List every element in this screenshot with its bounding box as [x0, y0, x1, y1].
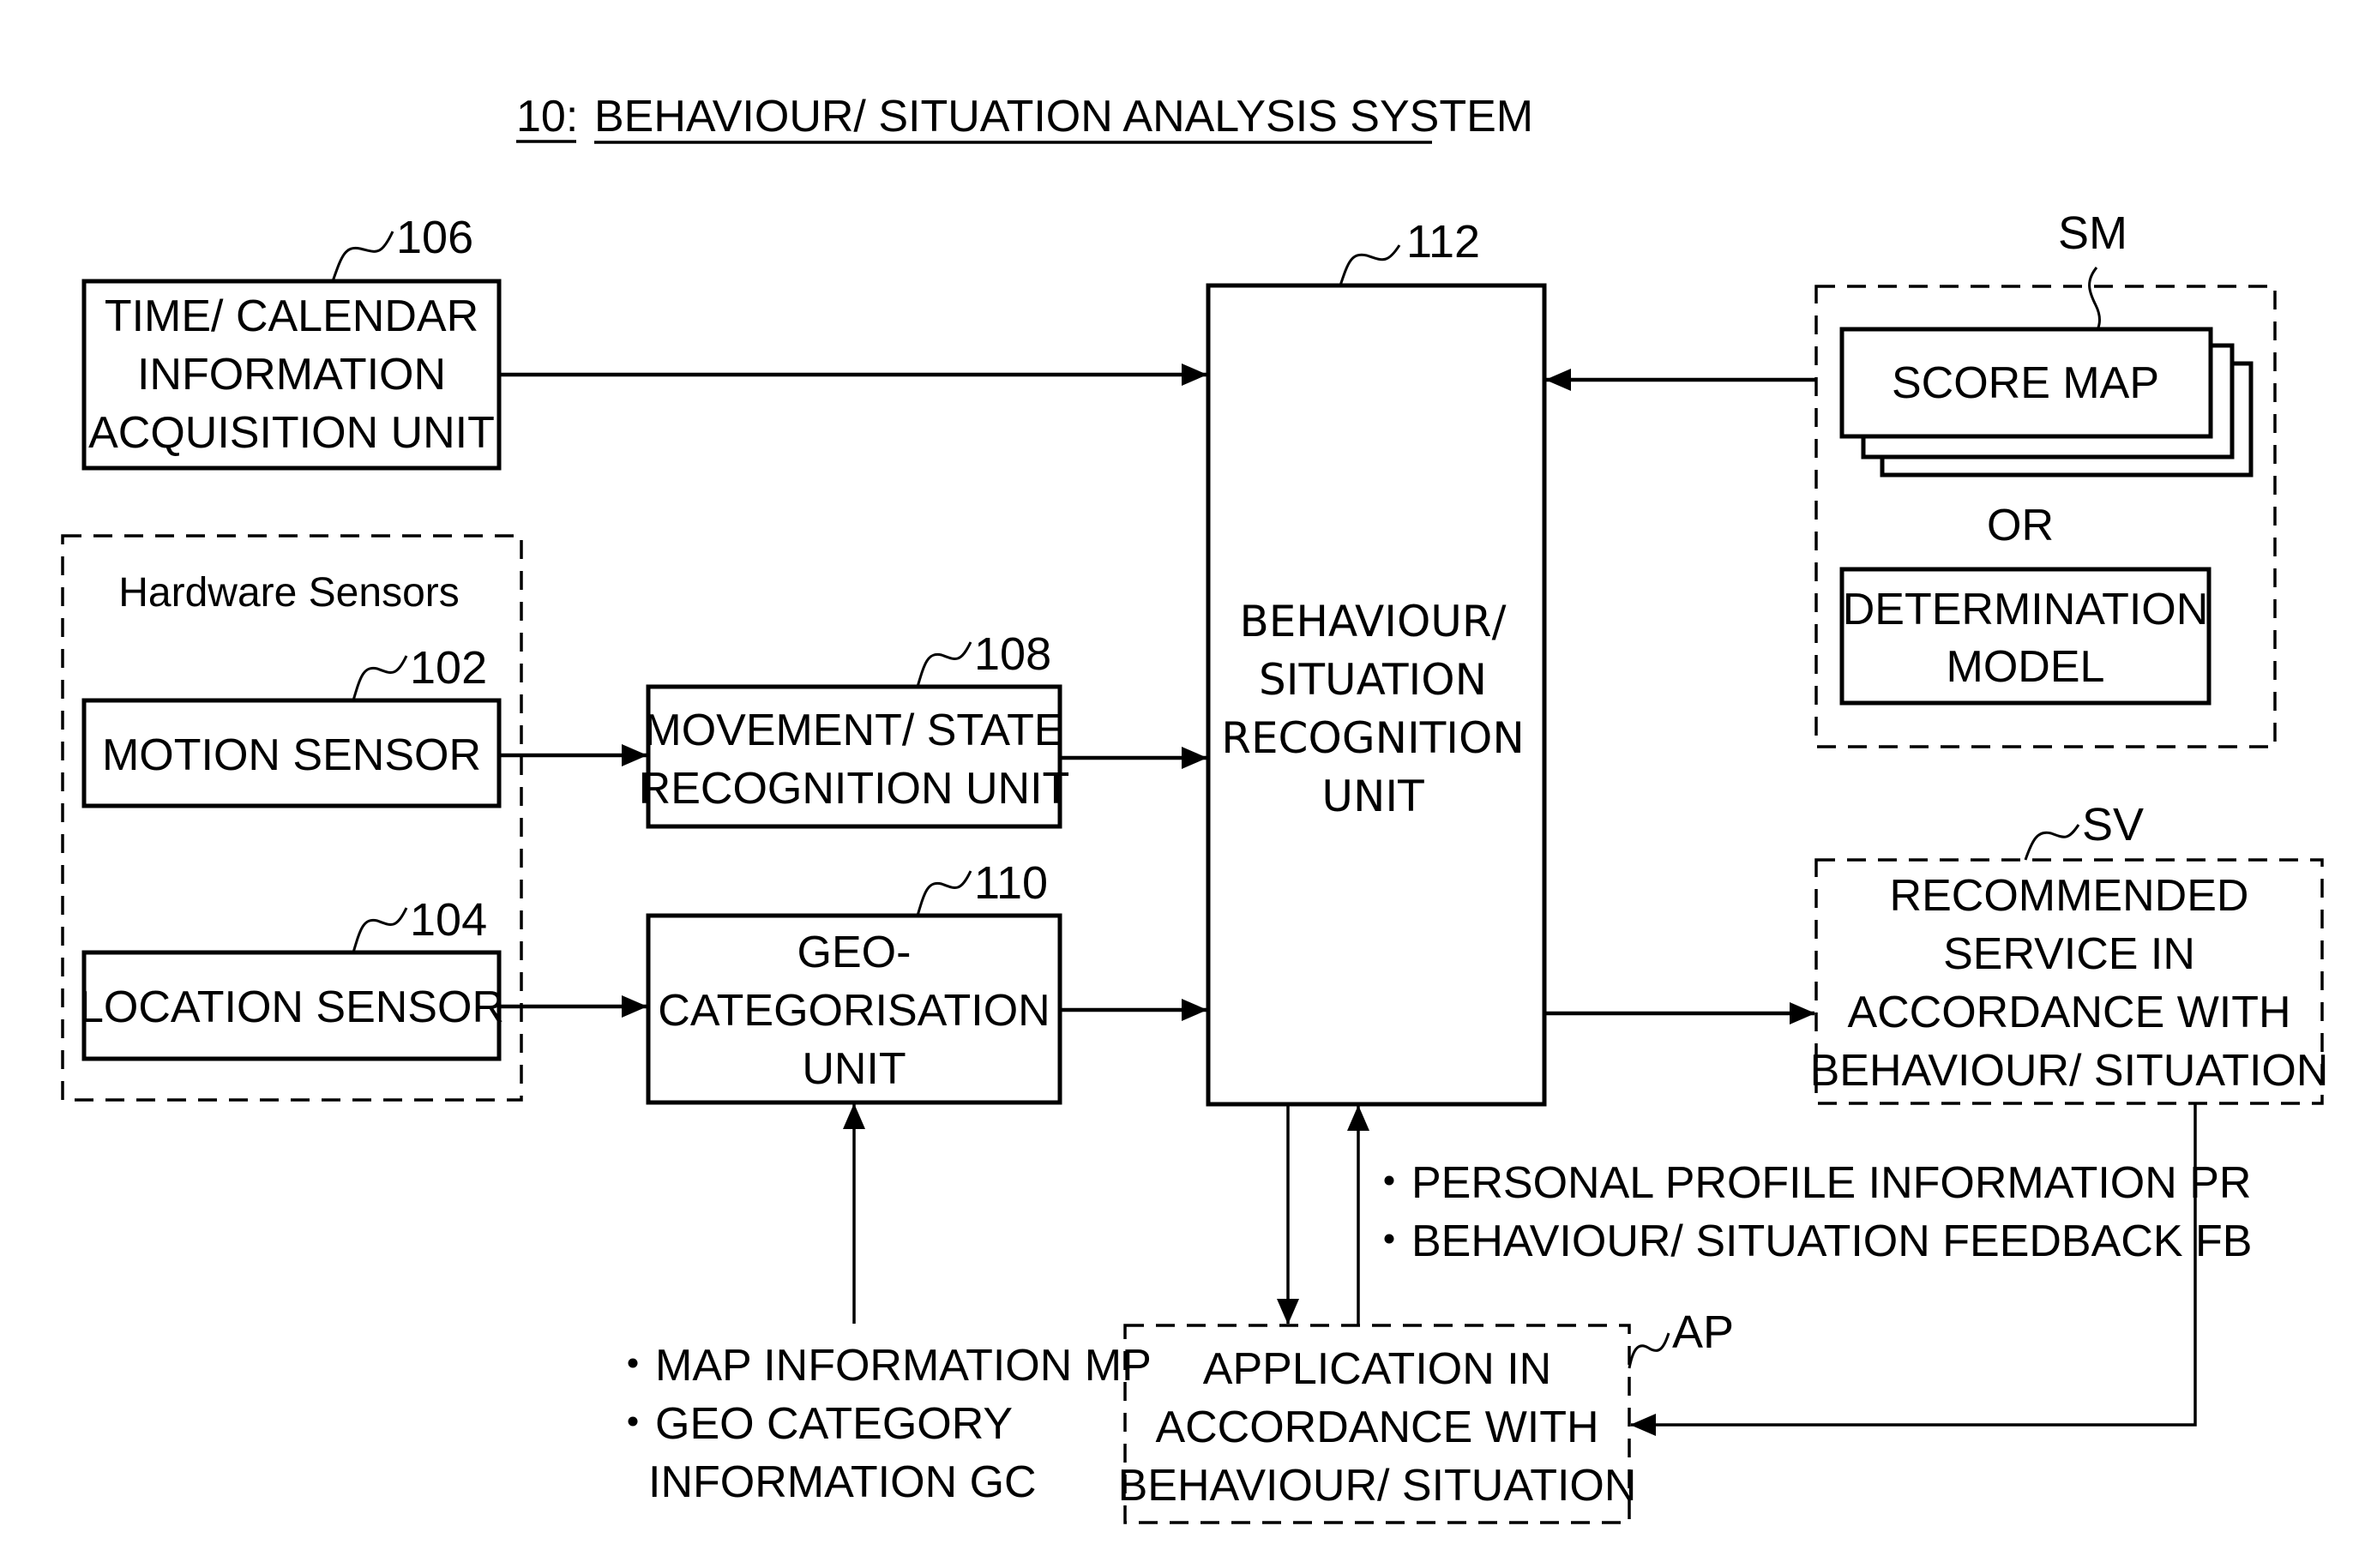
ref-label-102: 102	[410, 642, 487, 694]
title-number: 10:	[516, 92, 578, 141]
system-diagram: 10: BEHAVIOUR/ SITUATION ANALYSIS SYSTEM…	[61, 92, 2329, 1524]
recommended-service[interactable]: RECOMMENDED SERVICE IN ACCORDANCE WITH B…	[1810, 799, 2329, 1105]
application-line-3: BEHAVIOUR/ SITUATION	[1118, 1461, 1637, 1511]
ref-leader-102	[352, 655, 408, 701]
determination-model-line-1: DETERMINATION	[1843, 585, 2209, 634]
hardware-sensors-label: Hardware Sensors	[118, 570, 460, 616]
ref-leader-sm	[2088, 267, 2101, 336]
recommended-service-line-3: ACCORDANCE WITH	[1847, 988, 2290, 1037]
recognition-unit-line-3: RECOGNITION	[1221, 713, 1525, 763]
application-line-2: ACCORDANCE WITH	[1155, 1403, 1598, 1452]
location-sensor-label: LOCATION SENSOR	[79, 982, 504, 1032]
location-sensor-unit[interactable]: LOCATION SENSOR 104	[79, 894, 504, 1061]
title-text: BEHAVIOUR/ SITUATION ANALYSIS SYSTEM	[594, 92, 1533, 141]
profile-feedback-line-2: ・BEHAVIOUR/ SITUATION FEEDBACK FB	[1367, 1217, 2252, 1266]
time-calendar-line-2: INFORMATION	[137, 350, 446, 400]
profile-feedback-line-1: ・PERSONAL PROFILE INFORMATION PR	[1367, 1158, 2251, 1208]
map-info-line-1: ・MAP INFORMATION MP	[611, 1341, 1152, 1391]
ref-label-104: 104	[410, 894, 487, 946]
ref-leader-108	[916, 641, 972, 688]
time-calendar-line-1: TIME/ CALENDAR	[105, 291, 478, 341]
score-map-label: SCORE MAP	[1892, 358, 2159, 408]
movement-state-line-1: MOVEMENT/ STATE	[644, 706, 1063, 755]
recommended-service-line-1: RECOMMENDED	[1890, 871, 2249, 921]
ref-leader-110	[916, 870, 972, 916]
motion-sensor-unit[interactable]: MOTION SENSOR 102	[81, 642, 502, 808]
ref-leader-sv	[2024, 824, 2080, 861]
geo-categorisation-line-3: UNIT	[802, 1044, 906, 1094]
ref-label-110: 110	[974, 857, 1048, 909]
motion-sensor-label: MOTION SENSOR	[102, 730, 481, 780]
recognition-unit-line-2: SITUATION	[1259, 655, 1487, 705]
geo-categorisation-line-1: GEO-	[797, 928, 912, 977]
ref-label-108: 108	[974, 628, 1051, 680]
recognition-unit-line-4: UNIT	[1321, 772, 1424, 821]
recognition-unit[interactable]: BEHAVIOUR/ SITUATION RECOGNITION UNIT 11…	[1206, 216, 1547, 1107]
map-info-line-3: INFORMATION GC	[648, 1457, 1037, 1507]
time-calendar-line-3: ACQUISITION UNIT	[88, 408, 495, 458]
movement-state-unit[interactable]: MOVEMENT/ STATE RECOGNITION UNIT 108	[639, 628, 1070, 829]
ref-label-ap: AP	[1672, 1307, 1734, 1358]
ref-label-112: 112	[1406, 216, 1480, 267]
time-calendar-unit[interactable]: TIME/ CALENDAR INFORMATION ACQUISITION U…	[81, 212, 502, 471]
score-map-group: SM SCORE MAP OR DETERMINATION MODEL	[1814, 207, 2277, 748]
map-info-annotation: ・MAP INFORMATION MP ・GEO CATEGORY INFORM…	[611, 1341, 1152, 1507]
recognition-unit-line-1: BEHAVIOUR/	[1240, 597, 1507, 646]
ref-leader-106	[331, 231, 394, 282]
recommended-service-line-2: SERVICE IN	[1943, 929, 2195, 979]
application[interactable]: APPLICATION IN ACCORDANCE WITH BEHAVIOUR…	[1118, 1307, 1734, 1524]
ref-label-106: 106	[396, 212, 473, 263]
geo-categorisation-unit[interactable]: GEO- CATEGORISATION UNIT 110	[646, 857, 1062, 1105]
recommended-service-line-4: BEHAVIOUR/ SITUATION	[1810, 1046, 2329, 1096]
or-label: OR	[1987, 501, 2054, 550]
application-line-1: APPLICATION IN	[1203, 1344, 1551, 1394]
ref-leader-112	[1339, 244, 1401, 286]
determination-model-line-2: MODEL	[1947, 642, 2105, 692]
diagram-title: 10: BEHAVIOUR/ SITUATION ANALYSIS SYSTEM	[516, 92, 1533, 144]
geo-categorisation-line-2: CATEGORISATION	[658, 986, 1050, 1036]
ref-leader-ap	[1628, 1332, 1670, 1369]
movement-state-line-2: RECOGNITION UNIT	[639, 764, 1070, 814]
ref-label-sv: SV	[2082, 799, 2144, 850]
ref-label-sm: SM	[2058, 207, 2127, 259]
map-info-line-2: ・GEO CATEGORY	[611, 1399, 1013, 1449]
ref-leader-104	[352, 907, 408, 953]
profile-feedback-annotation: ・PERSONAL PROFILE INFORMATION PR ・BEHAVI…	[1367, 1158, 2252, 1266]
